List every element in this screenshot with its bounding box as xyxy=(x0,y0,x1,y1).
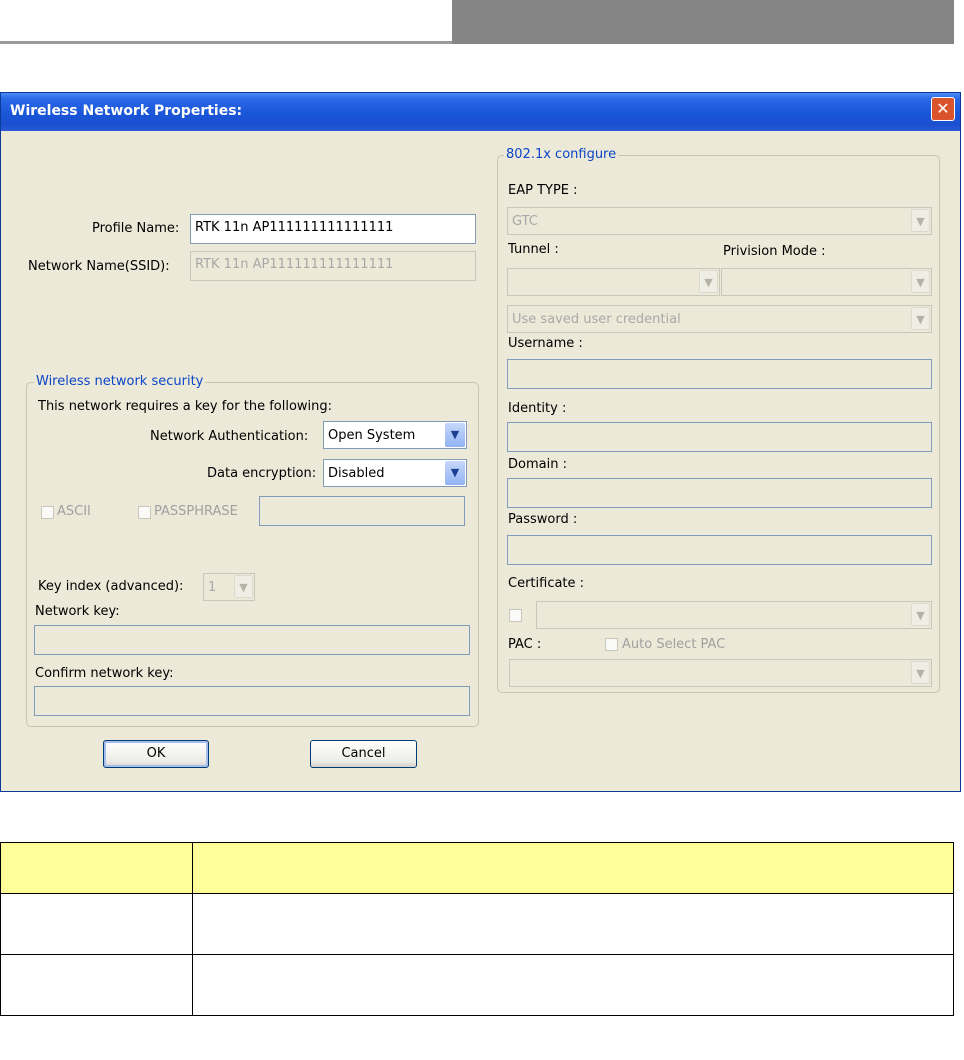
dialog-title: Wireless Network Properties: xyxy=(10,103,243,119)
chevron-down-icon: ▼ xyxy=(445,461,465,485)
certificate-select[interactable]: ▼ xyxy=(536,601,932,629)
certificate-checkbox[interactable] xyxy=(509,609,522,622)
auth-select[interactable]: Open System ▼ xyxy=(323,421,467,449)
ssid-input[interactable]: RTK 11n AP111111111111111 xyxy=(190,251,476,281)
title-bar: Wireless Network Properties: ✕ xyxy=(1,93,960,131)
tunnel-label: Tunnel : xyxy=(508,242,559,257)
encryption-label: Data encryption: xyxy=(207,466,317,481)
chevron-down-icon: ▼ xyxy=(445,423,465,447)
encryption-value: Disabled xyxy=(328,466,385,481)
auto-pac-checkbox[interactable] xyxy=(605,638,618,651)
credential-select[interactable]: Use saved user credential ▼ xyxy=(507,305,932,333)
pac-select[interactable]: ▼ xyxy=(509,659,932,687)
chevron-down-icon: ▼ xyxy=(234,575,253,598)
auth-value: Open System xyxy=(328,428,416,443)
auto-pac-label: Auto Select PAC xyxy=(622,637,726,652)
table-cell xyxy=(0,893,193,955)
key-index-value: 1 xyxy=(208,580,217,595)
eap-type-select[interactable]: GTC ▼ xyxy=(507,207,932,235)
identity-label: Identity : xyxy=(508,401,567,416)
credential-value: Use saved user credential xyxy=(512,312,681,327)
chevron-down-icon: ▼ xyxy=(911,209,930,232)
table-cell xyxy=(0,954,193,1016)
password-label: Password : xyxy=(508,512,578,527)
table-cell xyxy=(192,954,954,1016)
security-legend: Wireless network security xyxy=(34,374,206,389)
ok-label: OK xyxy=(146,746,166,761)
certificate-label: Certificate : xyxy=(508,576,585,591)
description-table xyxy=(0,842,954,1016)
key-index-select[interactable]: 1 ▼ xyxy=(203,573,255,601)
cancel-label: Cancel xyxy=(341,746,386,761)
network-key-input[interactable] xyxy=(34,625,470,655)
cancel-button[interactable]: Cancel xyxy=(310,740,417,768)
username-input[interactable] xyxy=(507,359,932,389)
chevron-down-icon: ▼ xyxy=(911,603,930,626)
confirm-key-input[interactable] xyxy=(34,686,470,716)
table-row xyxy=(0,893,954,955)
username-label: Username : xyxy=(508,336,583,351)
profile-name-label: Profile Name: xyxy=(92,221,180,236)
network-key-label: Network key: xyxy=(35,604,120,619)
tunnel-select[interactable]: ▼ xyxy=(507,268,720,296)
wireless-properties-dialog: Wireless Network Properties: ✕ Profile N… xyxy=(0,92,961,792)
dot1x-legend: 802.1x configure xyxy=(504,147,619,162)
table-header-row xyxy=(0,842,954,894)
chevron-down-icon: ▼ xyxy=(911,307,930,330)
eap-type-value: GTC xyxy=(512,214,538,229)
key-index-label: Key index (advanced): xyxy=(38,579,184,594)
ascii-checkbox[interactable] xyxy=(41,506,54,519)
ssid-label: Network Name(SSID): xyxy=(28,259,170,274)
chevron-down-icon: ▼ xyxy=(911,270,930,293)
pac-label: PAC : xyxy=(508,637,542,652)
auth-label: Network Authentication: xyxy=(150,429,309,444)
passphrase-label: PASSPHRASE xyxy=(154,504,238,519)
provision-mode-label: Privision Mode : xyxy=(723,244,826,259)
close-icon: ✕ xyxy=(936,99,950,118)
header-bar xyxy=(452,0,954,44)
password-input[interactable] xyxy=(507,535,932,565)
chevron-down-icon: ▼ xyxy=(911,661,930,684)
domain-label: Domain : xyxy=(508,457,567,472)
passphrase-checkbox[interactable] xyxy=(138,506,151,519)
ascii-label: ASCII xyxy=(57,504,91,519)
chevron-down-icon: ▼ xyxy=(699,270,718,293)
requires-key-text: This network requires a key for the foll… xyxy=(38,399,333,414)
eap-type-label: EAP TYPE : xyxy=(508,183,578,198)
identity-input[interactable] xyxy=(507,422,932,452)
profile-name-input[interactable]: RTK 11n AP111111111111111 xyxy=(190,214,476,244)
close-button[interactable]: ✕ xyxy=(931,97,955,121)
table-header-cell xyxy=(192,842,954,894)
provision-mode-select[interactable]: ▼ xyxy=(721,268,932,296)
passphrase-input[interactable] xyxy=(259,496,465,526)
table-header-cell xyxy=(0,842,193,894)
table-row xyxy=(0,954,954,1016)
table-cell xyxy=(192,893,954,955)
encryption-select[interactable]: Disabled ▼ xyxy=(323,459,467,487)
domain-input[interactable] xyxy=(507,478,932,508)
header-rule xyxy=(0,41,452,44)
ok-button[interactable]: OK xyxy=(103,740,209,768)
confirm-key-label: Confirm network key: xyxy=(35,666,174,681)
